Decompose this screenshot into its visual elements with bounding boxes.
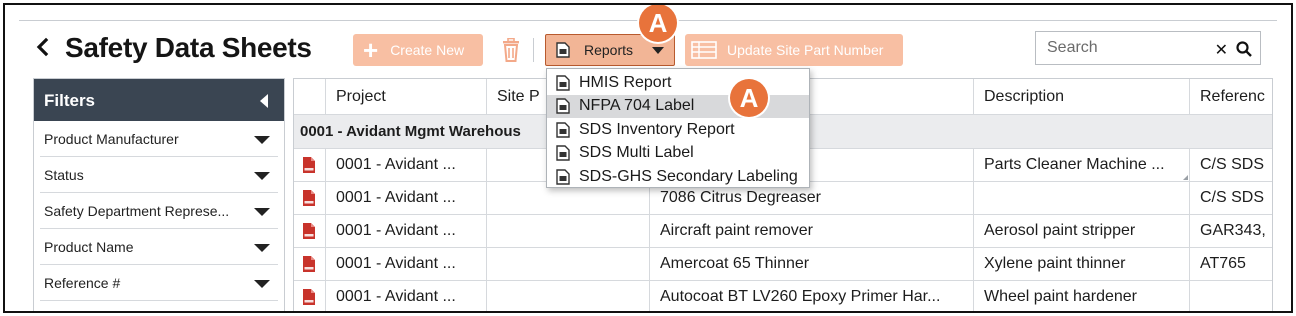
plus-icon: + (363, 35, 379, 65)
filters-panel: Filters Product Manufacturer Status Safe… (33, 78, 285, 311)
description-cell: Wheel paint hardener (974, 281, 1190, 311)
site-part-cell (487, 215, 650, 247)
menu-item-label: SDS Multi Label (579, 144, 694, 162)
menu-item-label: NFPA 704 Label (579, 97, 695, 115)
filter-label: Product Name (44, 238, 134, 255)
filters-header: Filters (34, 79, 284, 121)
filter-safety-department-representative[interactable]: Safety Department Represe... (40, 193, 278, 229)
chevron-down-icon (254, 208, 270, 216)
site-part-cell (487, 281, 650, 311)
menu-item-sds-multi-label[interactable]: SDS Multi Label (547, 142, 809, 166)
menu-item-sds-ghs-secondary-labeling[interactable]: SDS-GHS Secondary Labeling (547, 165, 809, 189)
filter-label: Reference # (44, 274, 121, 291)
document-icon (556, 75, 570, 91)
chevron-down-icon (254, 136, 270, 144)
project-cell: 0001 - Avidant ... (326, 248, 487, 280)
description-cell: Aerosol paint stripper (974, 215, 1190, 247)
project-cell: 0001 - Avidant ... (326, 281, 487, 311)
table-row[interactable]: 0001 - Avidant ... Autocoat BT LV260 Epo… (294, 281, 1272, 311)
search-icon[interactable] (1236, 41, 1252, 57)
pdf-icon (303, 190, 315, 206)
reference-cell: AT765 (1200, 255, 1246, 272)
document-icon (556, 98, 570, 114)
search-input[interactable] (1047, 39, 1212, 57)
search-box: ✕ (1035, 31, 1261, 65)
column-header-description[interactable]: Description (974, 79, 1190, 114)
menu-item-label: HMIS Report (579, 73, 672, 91)
description-cell (974, 182, 1190, 214)
filter-status[interactable]: Status (40, 157, 278, 193)
pdf-icon (303, 157, 315, 173)
column-header-project[interactable]: Project (326, 79, 487, 114)
product-name-cell: Autocoat BT LV260 Epoxy Primer Har... (650, 281, 974, 311)
filter-label: Status (44, 166, 84, 183)
reference-cell (1190, 281, 1272, 311)
menu-item-hmis-report[interactable]: HMIS Report (547, 71, 809, 95)
pdf-cell[interactable] (294, 248, 326, 280)
menu-item-nfpa-704-label[interactable]: NFPA 704 Label (547, 94, 809, 118)
cell-resize-notch (1183, 175, 1188, 180)
reports-label: Reports (584, 42, 634, 58)
toolbar-separator (533, 38, 534, 62)
pdf-cell[interactable] (294, 182, 326, 214)
filter-product-name[interactable]: Product Name (40, 229, 278, 265)
description-cell: Xylene paint thinner (974, 248, 1190, 280)
collapse-left-icon[interactable] (260, 94, 268, 108)
pdf-icon (303, 256, 315, 272)
reference-cell: C/S SDS (1200, 156, 1265, 173)
table-icon (691, 41, 717, 59)
update-site-part-number-button[interactable]: Update Site Part Number (685, 34, 903, 66)
filter-product-manufacturer[interactable]: Product Manufacturer (40, 121, 278, 157)
site-part-cell (487, 248, 650, 280)
filter-label: Safety Department Represe... (44, 202, 230, 219)
update-site-part-number-label: Update Site Part Number (727, 42, 884, 58)
document-icon (556, 169, 570, 185)
trash-icon[interactable] (500, 37, 522, 62)
menu-item-sds-inventory-report[interactable]: SDS Inventory Report (547, 118, 809, 142)
page-title: Safety Data Sheets (65, 32, 312, 63)
product-name-cell: Amercoat 65 Thinner (650, 248, 974, 280)
description-cell: Parts Cleaner Machine ... (974, 149, 1190, 181)
header-icon-cell (294, 79, 326, 114)
reference-cell: C/S SDS (1200, 189, 1265, 206)
document-icon (556, 145, 570, 161)
document-icon (556, 42, 570, 58)
project-cell: 0001 - Avidant ... (326, 215, 487, 247)
pdf-cell[interactable] (294, 215, 326, 247)
menu-item-label: SDS-GHS Secondary Labeling (579, 167, 798, 185)
reference-cell: GAR343, (1200, 222, 1266, 239)
back-chevron-icon[interactable] (35, 37, 55, 61)
table-row[interactable]: 0001 - Avidant ... Aircraft paint remove… (294, 215, 1272, 248)
screenshot-frame: Safety Data Sheets + Create New Reports … (3, 3, 1293, 313)
chevron-down-icon (254, 244, 270, 252)
caret-down-icon (652, 47, 664, 54)
create-new-label: Create New (390, 42, 465, 58)
chevron-down-icon (254, 280, 270, 288)
menu-item-label: SDS Inventory Report (579, 120, 735, 138)
document-icon (556, 122, 570, 138)
pdf-icon (303, 223, 315, 239)
pdf-cell[interactable] (294, 149, 326, 181)
filter-label: Product Manufacturer (44, 130, 179, 147)
pdf-icon (303, 289, 315, 305)
clear-icon[interactable]: ✕ (1215, 40, 1228, 60)
create-new-button[interactable]: + Create New (353, 34, 483, 66)
filter-reference-number[interactable]: Reference # (40, 265, 278, 301)
pdf-cell[interactable] (294, 281, 326, 311)
table-row[interactable]: 0001 - Avidant ... Amercoat 65 Thinner X… (294, 248, 1272, 281)
reports-menu: HMIS Report NFPA 704 Label SDS Inventory… (546, 68, 810, 188)
chevron-down-icon (254, 172, 270, 180)
annotation-marker-a: A (730, 79, 768, 117)
annotation-marker-a: A (639, 5, 677, 42)
project-cell: 0001 - Avidant ... (326, 149, 487, 181)
product-name-cell: Aircraft paint remover (650, 215, 974, 247)
column-header-reference[interactable]: Referenc (1190, 79, 1272, 114)
description-text: Parts Cleaner Machine ... (984, 156, 1165, 173)
filters-title: Filters (44, 91, 96, 110)
project-cell: 0001 - Avidant ... (326, 182, 487, 214)
